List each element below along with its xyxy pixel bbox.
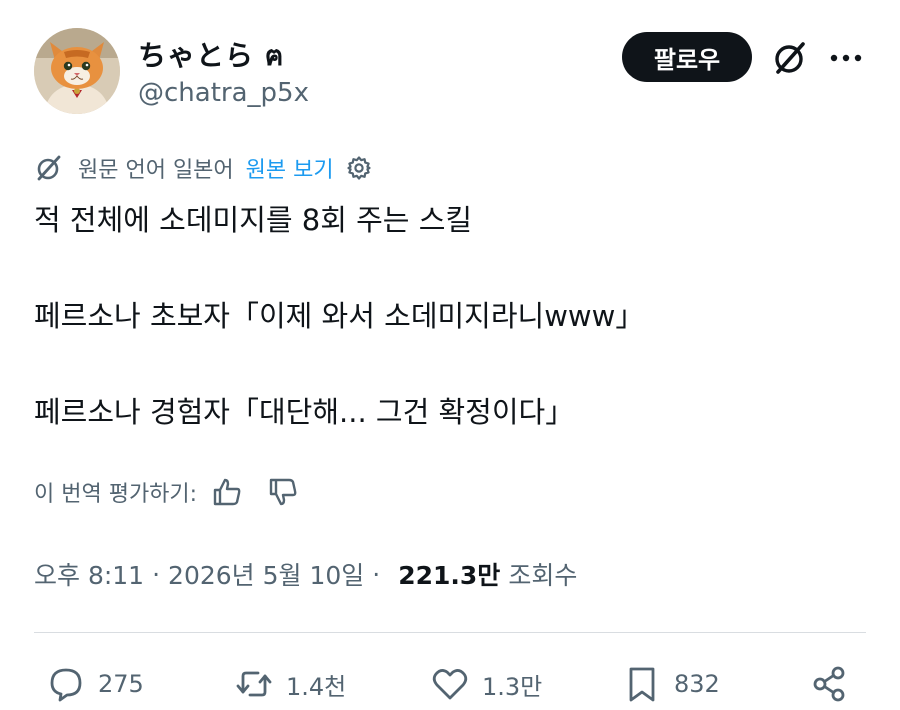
- share-icon: [813, 666, 845, 702]
- user-handle[interactable]: @chatra_p5x: [138, 78, 309, 108]
- rate-translation-label: 이 번역 평가하기:: [34, 482, 198, 507]
- tweet-line: 페르소나 경험자「대단해... 그건 확정이다」: [34, 395, 575, 429]
- bookmark-icon: [629, 667, 655, 702]
- repost-button[interactable]: 1.4천: [234, 660, 346, 708]
- rate-translation: 이 번역 평가하기:: [34, 472, 299, 512]
- tweet-line: 적 전체에 소데미지를 8회 주는 스킬: [34, 203, 473, 237]
- action-bar: 275 1.4천 1.3만 832: [34, 660, 866, 710]
- tweet-text: 적 전체에 소데미지를 8회 주는 스킬 페르소나 초보자「이제 와서 소데미지…: [34, 196, 864, 436]
- repost-icon: [236, 671, 272, 697]
- tweet-date[interactable]: 2026년 5월 10일: [168, 556, 364, 592]
- tweet-time[interactable]: 오후 8:11: [34, 556, 144, 592]
- repost-count: 1.4천: [286, 672, 347, 701]
- thumbs-up-icon[interactable]: [211, 476, 243, 508]
- meta-separator: ·: [152, 559, 161, 589]
- cat-avatar-image: [34, 28, 120, 114]
- divider: [34, 632, 866, 633]
- show-original-link[interactable]: 원본 보기: [246, 152, 334, 184]
- avatar[interactable]: [34, 28, 120, 114]
- translation-notice: 원문 언어 일본어 원본 보기: [34, 150, 372, 186]
- bookmark-button[interactable]: 832: [622, 660, 720, 708]
- like-button[interactable]: 1.3만: [430, 660, 542, 708]
- like-count: 1.3만: [482, 672, 543, 701]
- meta-separator: ·: [372, 559, 381, 589]
- gear-icon[interactable]: [346, 155, 372, 181]
- views-label: 조회수: [508, 561, 578, 590]
- more-icon[interactable]: [828, 38, 864, 78]
- tweet-line: 페르소나 초보자「이제 와서 소데미지라니www」: [34, 299, 645, 333]
- reply-count: 275: [98, 670, 144, 698]
- reply-icon: [50, 668, 82, 702]
- bookmark-count: 832: [674, 670, 720, 698]
- reply-button[interactable]: 275: [46, 660, 144, 708]
- tweet-header: ちゃとら ฅ @chatra_p5x 팔로우: [34, 28, 866, 120]
- tweet-meta: 오후 8:11 · 2026년 5월 10일 · 221.3만 조회수: [34, 556, 577, 592]
- thumbs-down-icon[interactable]: [267, 476, 299, 508]
- translation-source-label: 원문 언어 일본어: [78, 158, 234, 183]
- display-name[interactable]: ちゃとら ฅ: [138, 34, 284, 78]
- follow-button[interactable]: 팔로우: [622, 32, 752, 82]
- grok-icon[interactable]: [770, 38, 810, 78]
- share-button[interactable]: [810, 660, 862, 708]
- views-count: 221.3만: [398, 561, 501, 590]
- heart-icon: [432, 669, 468, 700]
- translate-icon: [34, 153, 64, 183]
